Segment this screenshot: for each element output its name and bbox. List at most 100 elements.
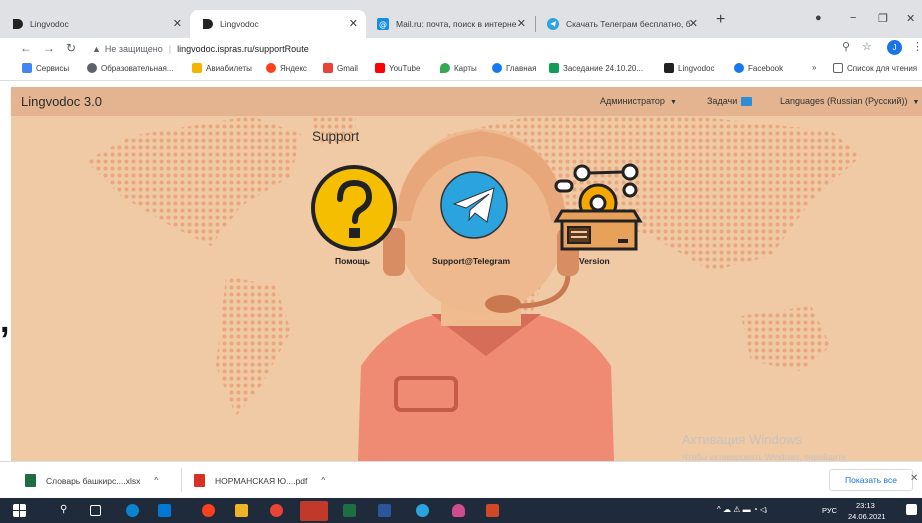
app-brand[interactable]: Lingvodoc 3.0 [21,94,102,109]
bookmark-lingvodoc[interactable]: Lingvodoc [664,63,714,73]
close-icon[interactable]: ✕ [689,17,698,30]
clock-time[interactable]: 23:13 [856,501,875,510]
map-pin-icon [440,63,450,73]
mail-icon: @ [377,18,389,30]
bookmark-facebook[interactable]: Facebook [734,63,783,73]
windows-activation-title: Активация Windows [682,432,802,447]
restore-icon[interactable]: ❐ [878,12,888,25]
telegram-app-icon[interactable] [416,504,429,517]
facebook-icon [492,63,502,73]
paint-icon[interactable] [452,504,465,517]
facebook-icon [734,63,744,73]
bookmark-label: Авиабилеты [206,63,252,73]
app-header: Lingvodoc 3.0 Администратор ▼ Задачи Lang… [11,87,922,116]
telegram-icon [547,18,559,30]
tab-mailru[interactable]: @ Mail.ru: почта, поиск в интерне ✕ [366,10,534,38]
not-secure-label: Не защищено [104,43,163,54]
divider [181,468,182,492]
plane-icon [192,63,202,73]
reading-list-label: Список для чтения [847,63,918,73]
minimize-icon[interactable]: − [850,12,856,24]
reading-list[interactable]: Список для чтения [833,63,917,73]
yandex-icon [266,63,276,73]
bookmark-youtube[interactable]: YouTube [375,63,420,73]
tab-lingvodoc-active[interactable]: Lingvodoc ✕ [190,10,366,38]
yandex-browser-icon[interactable] [202,504,215,517]
bookmark-label: Главная [506,63,537,73]
language-indicator[interactable]: РУС [822,506,837,515]
url-text[interactable]: lingvodoc.ispras.ru/supportRoute [177,44,309,54]
downloads-shelf: Словарь башкирс....xlsx ^ НОРМАНСКАЯ Ю..… [0,461,922,498]
omnibox[interactable]: ▲ Не защищено | lingvodoc.ispras.ru/supp… [92,39,922,58]
show-all-button[interactable]: Показать все [829,469,913,491]
star-icon[interactable]: ☆ [862,40,872,53]
tab-telegram[interactable]: Скачать Телеграм бесплатно, б ✕ [536,10,706,38]
close-shelf-icon[interactable]: ✕ [910,473,918,484]
download-name: Словарь башкирс....xlsx [46,475,141,486]
windows-taskbar: ⚲ ^ ☁ ⚠ ▬ ◔ ◁ᵢ РУС 23:13 24.06.2021 [0,498,922,523]
bookmark-services[interactable]: Сервисы [22,63,69,73]
excel-icon[interactable] [343,504,356,517]
gmail-icon [323,63,333,73]
profile-dot-icon[interactable]: ● [815,12,822,24]
notifications-icon[interactable] [906,504,917,515]
caret-down-icon: ▼ [912,99,920,106]
word-icon[interactable] [378,504,391,517]
mail-app-icon[interactable] [158,504,171,517]
globe-icon [87,63,97,73]
reload-icon[interactable]: ↻ [66,41,76,55]
telegram-icon [440,171,508,239]
chevron-up-icon[interactable]: ^ [321,476,325,485]
caret-down-icon: ▼ [669,99,677,106]
bookmark-meeting[interactable]: Заседание 24.10.20... [549,63,643,73]
lingvodoc-icon [11,18,23,30]
powerpoint-icon[interactable] [486,504,499,517]
bookmark-education[interactable]: Образовательная... [87,63,174,73]
telegram-card[interactable]: Support@Telegram [430,165,530,269]
address-bar-row: ← → ↻ ▲ Не защищено | lingvodoc.ispras.r… [0,38,922,59]
help-card[interactable]: Помощь [309,163,404,267]
file-explorer-icon[interactable] [235,504,248,517]
apps-grid-icon [22,63,32,73]
chrome-icon[interactable] [270,504,283,517]
excel-file-icon [25,474,36,487]
window-close-icon[interactable]: ✕ [906,12,915,25]
admin-menu-label: Администратор [600,96,665,106]
admin-menu[interactable]: Администратор ▼ [600,96,677,106]
download-item-pdf[interactable]: НОРМАНСКАЯ Ю....pdf ^ [194,474,325,487]
bookmark-label: Образовательная... [101,63,174,73]
bookmark-maps[interactable]: Карты [440,63,477,73]
close-icon[interactable]: ✕ [349,17,358,30]
bookmark-yandex[interactable]: Яндекс [266,63,307,73]
divider: | [168,43,172,54]
bookmark-avia[interactable]: Авиабилеты [192,63,252,73]
bookmarks-overflow[interactable]: » [812,63,816,72]
windows-start-icon[interactable] [13,504,26,517]
search-icon[interactable]: ⚲ [60,504,67,515]
clock-date[interactable]: 24.06.2021 [848,512,886,521]
new-tab-button[interactable]: + [716,11,725,29]
tab-lingvodoc-1[interactable]: Lingvodoc ✕ [0,10,190,38]
screen: Lingvodoc ✕ Lingvodoc ✕ @ Mail.ru: почта… [0,0,922,523]
profile-avatar[interactable]: J [887,40,902,55]
tasks-menu[interactable]: Задачи [707,96,753,107]
close-icon[interactable]: ✕ [517,17,526,30]
chevron-up-icon[interactable]: ^ [154,476,158,485]
task-view-icon[interactable] [90,505,101,516]
edge-icon[interactable] [126,504,139,517]
back-icon[interactable]: ← [20,41,32,55]
close-icon[interactable]: ✕ [173,17,182,30]
bookmarks-bar: Сервисы Образовательная... Авиабилеты Ян… [0,59,922,81]
version-card[interactable]: Version [552,163,644,267]
opera-icon[interactable] [300,501,328,521]
download-item-xlsx[interactable]: Словарь башкирс....xlsx ^ [25,474,158,487]
bookmark-gmail[interactable]: Gmail [323,63,358,73]
zoom-icon[interactable]: ⚲ [842,40,850,53]
menu-icon[interactable]: ⋮ [912,40,922,53]
pdf-file-icon [194,474,205,487]
bookmark-label: Карты [454,63,477,73]
tray-icons[interactable]: ^ ☁ ⚠ ▬ ◔ ◁ᵢ [717,505,767,514]
forward-icon[interactable]: → [43,41,55,55]
bookmark-main[interactable]: Главная [492,63,536,73]
languages-menu[interactable]: Languages (Russian (Русский)) ▼ [780,96,919,106]
